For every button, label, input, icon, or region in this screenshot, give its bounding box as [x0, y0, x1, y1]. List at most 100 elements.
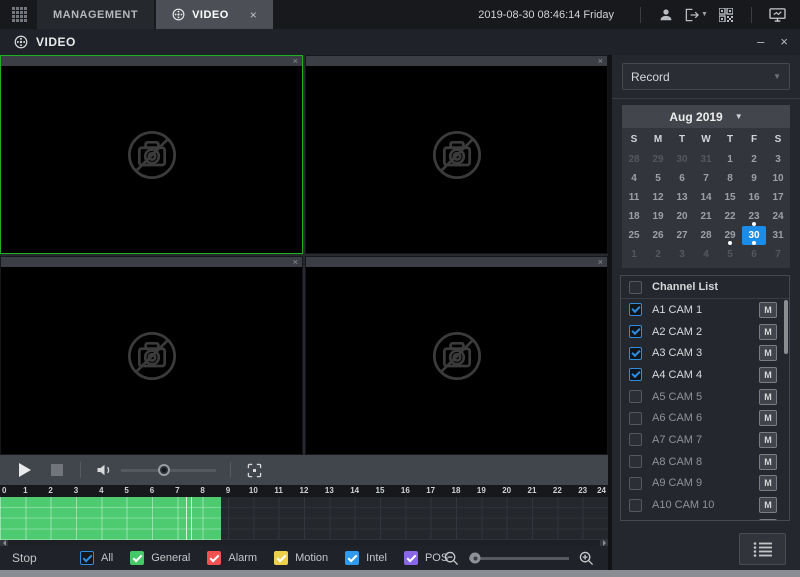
video-cell-2[interactable]: × — [305, 55, 608, 254]
checkbox-general[interactable] — [130, 551, 144, 565]
channel-checkbox[interactable] — [629, 520, 642, 521]
calendar-day[interactable]: 17 — [766, 188, 790, 207]
select-all-channels-checkbox[interactable] — [629, 281, 642, 294]
calendar-day[interactable]: 5 — [646, 169, 670, 188]
checkbox-pos[interactable] — [404, 551, 418, 565]
calendar-day[interactable]: 12 — [646, 188, 670, 207]
mark-button[interactable]: M — [759, 389, 777, 405]
channel-checkbox[interactable] — [629, 347, 642, 360]
calendar-day[interactable]: 3 — [670, 245, 694, 264]
channel-checkbox[interactable] — [629, 499, 642, 512]
channel-checkbox[interactable] — [629, 433, 642, 446]
tab-management[interactable]: MANAGEMENT — [37, 0, 154, 29]
zoom-out-icon[interactable] — [444, 551, 459, 566]
calendar-month-selector[interactable]: Aug 2019 ▼ — [622, 105, 790, 128]
calendar-day[interactable]: 19 — [646, 207, 670, 226]
mark-button[interactable]: M — [759, 432, 777, 448]
mark-button[interactable]: M — [759, 367, 777, 383]
calendar-day[interactable]: 2 — [742, 150, 766, 169]
calendar-day[interactable]: 11 — [622, 188, 646, 207]
calendar-day[interactable]: 20 — [670, 207, 694, 226]
calendar-day[interactable]: 14 — [694, 188, 718, 207]
volume-icon[interactable] — [91, 457, 117, 483]
timeline-tracks[interactable] — [0, 497, 608, 540]
timeline-ruler[interactable]: 0123456789101112131415161718192021222324 — [0, 485, 608, 497]
calendar-day[interactable]: 26 — [646, 226, 670, 245]
zoom-in-icon[interactable] — [579, 551, 594, 566]
close-cell-icon[interactable]: × — [293, 257, 298, 267]
calendar-day[interactable]: 9 — [742, 169, 766, 188]
file-list-button[interactable] — [739, 533, 786, 565]
mark-button[interactable]: M — [759, 454, 777, 470]
calendar-day[interactable]: 28 — [694, 226, 718, 245]
calendar-day[interactable]: 24 — [766, 207, 790, 226]
channel-checkbox[interactable] — [629, 477, 642, 490]
tab-close-icon[interactable]: × — [250, 8, 258, 22]
apps-grid-icon[interactable] — [0, 0, 37, 29]
fullscreen-button[interactable] — [241, 457, 267, 483]
channel-list-scrollbar[interactable] — [784, 300, 788, 354]
calendar-day[interactable]: 4 — [694, 245, 718, 264]
user-icon[interactable] — [653, 0, 679, 29]
close-cell-icon[interactable]: × — [293, 56, 298, 66]
video-cell-3[interactable]: × — [0, 256, 303, 455]
calendar-day[interactable]: 2 — [646, 245, 670, 264]
checkbox-motion[interactable] — [274, 551, 288, 565]
stop-button[interactable] — [44, 457, 70, 483]
mark-button[interactable]: M — [759, 302, 777, 318]
calendar-day[interactable]: 18 — [622, 207, 646, 226]
close-icon[interactable]: × — [780, 29, 788, 55]
calendar-day[interactable]: 30 — [670, 150, 694, 169]
calendar-day[interactable]: 13 — [670, 188, 694, 207]
calendar-day[interactable]: 1 — [622, 245, 646, 264]
calendar-day[interactable]: 23 — [742, 207, 766, 226]
close-cell-icon[interactable]: × — [598, 56, 603, 66]
calendar-day[interactable]: 21 — [694, 207, 718, 226]
monitor-icon[interactable] — [764, 0, 790, 29]
channel-checkbox[interactable] — [629, 325, 642, 338]
calendar-day[interactable]: 5 — [718, 245, 742, 264]
calendar-day[interactable]: 29 — [646, 150, 670, 169]
calendar-day[interactable]: 27 — [670, 226, 694, 245]
calendar-day[interactable]: 16 — [742, 188, 766, 207]
calendar-day[interactable]: 28 — [622, 150, 646, 169]
calendar-day[interactable]: 25 — [622, 226, 646, 245]
play-button[interactable] — [12, 457, 38, 483]
channel-checkbox[interactable] — [629, 303, 642, 316]
calendar-day[interactable]: 6 — [670, 169, 694, 188]
calendar-day[interactable]: 15 — [718, 188, 742, 207]
logout-icon[interactable]: ▼ — [679, 0, 713, 29]
checkbox-all[interactable] — [80, 551, 94, 565]
video-cell-4[interactable]: × — [305, 256, 608, 455]
mark-button[interactable]: M — [759, 324, 777, 340]
calendar-day[interactable]: 22 — [718, 207, 742, 226]
channel-checkbox[interactable] — [629, 368, 642, 381]
channel-checkbox[interactable] — [629, 390, 642, 403]
calendar-day[interactable]: 6 — [742, 245, 766, 264]
channel-checkbox[interactable] — [629, 412, 642, 425]
mark-button[interactable]: M — [759, 345, 777, 361]
record-type-dropdown[interactable]: Record ▼ — [622, 63, 790, 90]
zoom-slider[interactable] — [469, 557, 569, 560]
volume-knob[interactable] — [158, 464, 170, 476]
calendar-day[interactable]: 29 — [718, 226, 742, 245]
mark-button[interactable]: M — [759, 410, 777, 426]
video-cell-1[interactable]: × — [0, 55, 303, 254]
calendar-day[interactable]: 3 — [766, 150, 790, 169]
channel-checkbox[interactable] — [629, 455, 642, 468]
checkbox-alarm[interactable] — [207, 551, 221, 565]
calendar-day[interactable]: 1 — [718, 150, 742, 169]
mark-button[interactable]: M — [759, 497, 777, 513]
calendar-day[interactable]: 7 — [694, 169, 718, 188]
calendar-day[interactable]: 7 — [766, 245, 790, 264]
calendar-day[interactable]: 30 — [742, 226, 766, 245]
tab-video[interactable]: VIDEO× — [156, 0, 273, 29]
calendar-day[interactable]: 10 — [766, 169, 790, 188]
calendar-day[interactable]: 31 — [694, 150, 718, 169]
calendar-day[interactable]: 8 — [718, 169, 742, 188]
mark-button[interactable]: M — [759, 519, 777, 521]
qr-code-icon[interactable] — [713, 0, 739, 29]
volume-slider[interactable] — [121, 469, 216, 472]
close-cell-icon[interactable]: × — [598, 257, 603, 267]
zoom-knob[interactable] — [470, 553, 481, 564]
